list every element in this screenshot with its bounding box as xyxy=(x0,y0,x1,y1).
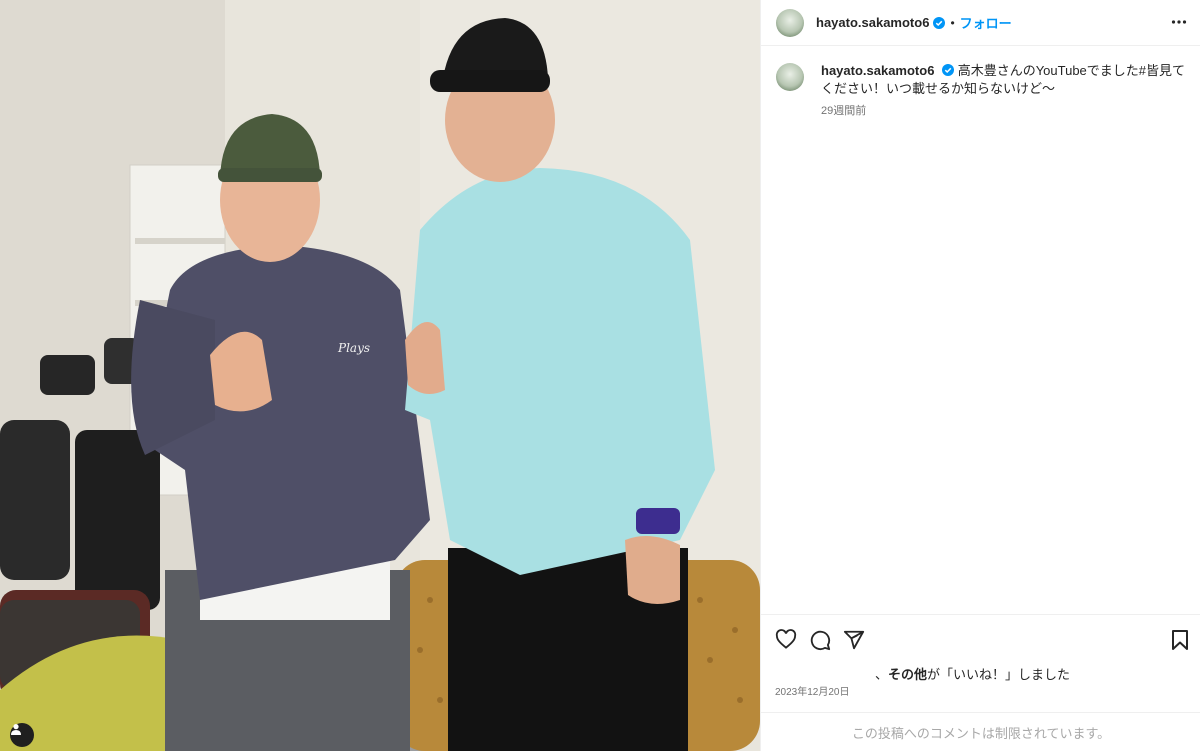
share-icon[interactable] xyxy=(843,629,865,651)
svg-text:Plays: Plays xyxy=(337,341,370,355)
likes-prefix: 、 xyxy=(875,667,889,682)
username-link[interactable]: hayato.sakamoto6 xyxy=(816,15,929,30)
bookmark-icon[interactable] xyxy=(1171,629,1189,651)
comment-icon[interactable] xyxy=(809,629,831,651)
user-tag-button[interactable] xyxy=(10,723,34,747)
avatar[interactable] xyxy=(776,8,804,37)
post-photo[interactable]: Plays xyxy=(0,0,760,751)
follow-button[interactable]: フォロー xyxy=(960,13,1012,32)
caption-block: hayato.sakamoto6 高木豊さんのYouTubeでました#皆見てくだ… xyxy=(776,62,1186,120)
caption-username[interactable]: hayato.sakamoto6 xyxy=(821,63,934,78)
more-options-icon[interactable] xyxy=(1171,14,1187,35)
likes-suffix: が「いいね！」しました xyxy=(927,667,1071,682)
separator-dot: • xyxy=(950,15,955,30)
comments-disabled-notice: この投稿へのコメントは制限されています。 xyxy=(761,712,1200,751)
post-date[interactable]: 2023年12月20日 xyxy=(775,683,850,698)
post-header: hayato.sakamoto6 • フォロー xyxy=(761,0,1200,46)
post-actions: 、その他が「いいね！」しました 2023年12月20日 xyxy=(761,614,1200,714)
likes-others-link[interactable]: その他 xyxy=(888,667,927,682)
post-side-panel: hayato.sakamoto6 • フォロー hayato.sakamoto6… xyxy=(760,0,1200,751)
photo-scene: Plays xyxy=(0,0,760,751)
verified-badge-icon xyxy=(933,16,946,29)
caption-avatar[interactable] xyxy=(776,63,804,91)
likes-summary: 、その他が「いいね！」しました xyxy=(875,664,1070,683)
user-tag-icon xyxy=(11,724,21,735)
caption-timestamp[interactable]: 29週間前 xyxy=(821,102,1186,120)
heart-icon[interactable] xyxy=(775,629,797,651)
verified-badge-icon xyxy=(942,64,955,76)
